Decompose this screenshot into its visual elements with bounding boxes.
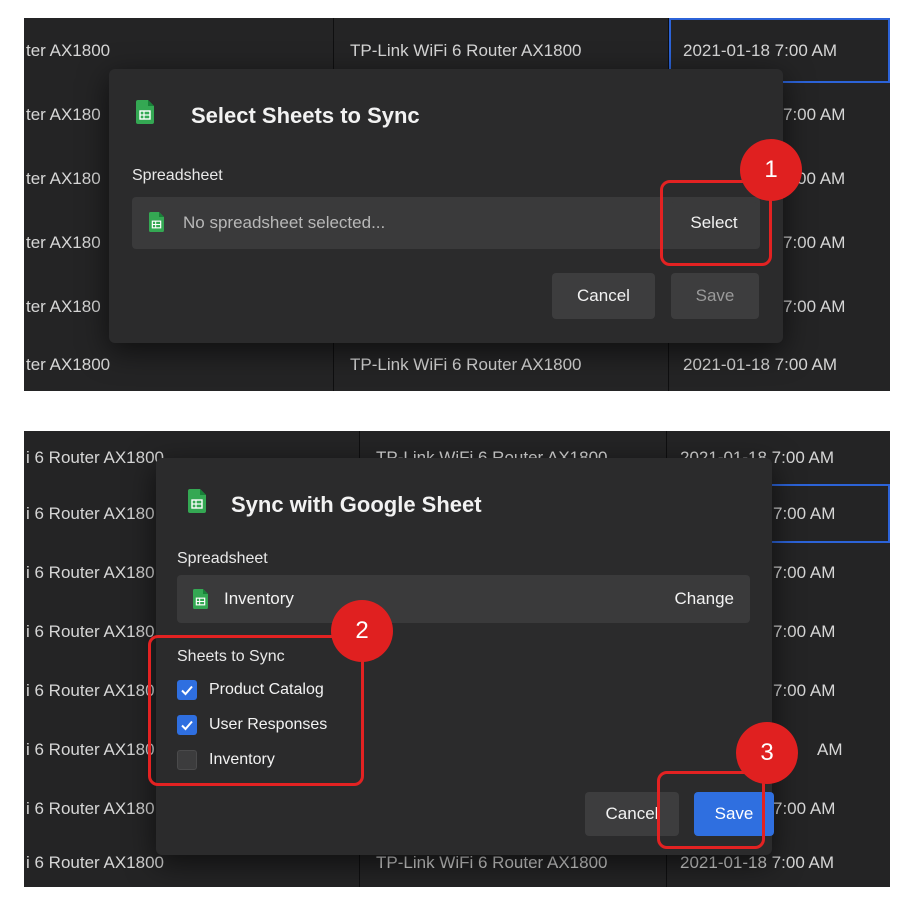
table-row: ter AX1800 TP-Link WiFi 6 Router AX1800 … [24,339,890,391]
spreadsheet-label: Spreadsheet [132,167,223,184]
screenshot-panel-1: ter AX1800 TP-Link WiFi 6 Router AX1800 … [24,18,890,391]
cancel-button[interactable]: Cancel [552,273,655,319]
screenshot-panel-2: i 6 Router AX1800 TP-Link WiFi 6 Router … [24,431,890,887]
spreadsheet-name: Inventory [224,589,294,608]
google-sheets-icon [149,212,164,232]
spreadsheet-placeholder: No spreadsheet selected... [183,213,386,232]
step-badge: 3 [736,722,798,784]
change-spreadsheet-button[interactable]: Change [674,589,734,609]
spreadsheet-label: Spreadsheet [177,550,268,567]
highlight-box [148,635,364,786]
google-sheets-icon [188,489,206,513]
dialog-title: Select Sheets to Sync [191,103,420,128]
step-badge: 2 [331,600,393,662]
dialog-title: Sync with Google Sheet [231,492,482,517]
step-badge: 1 [740,139,802,201]
save-button[interactable]: Save [671,273,759,319]
table-cell: ter AX1800 [24,339,334,391]
google-sheets-icon [136,100,154,124]
table-cell: TP-Link WiFi 6 Router AX1800 [334,339,669,391]
spreadsheet-field[interactable]: Inventory Change [177,575,750,623]
table-cell: 2021-01-18 7:00 AM [683,355,838,374]
google-sheets-icon [193,589,208,609]
highlight-box [657,771,765,849]
